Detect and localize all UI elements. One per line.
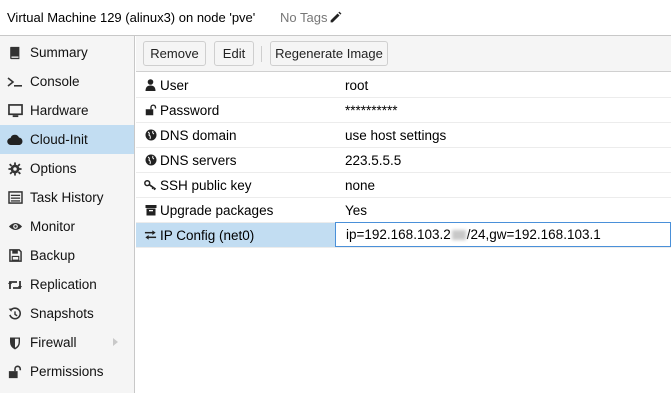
- floppy-icon: [7, 248, 23, 264]
- tags-label: No Tags: [280, 10, 328, 25]
- sidebar-item-task-history[interactable]: Task History: [0, 183, 134, 212]
- gear-icon: [7, 161, 23, 177]
- toolbar-separator: [261, 46, 262, 62]
- row-key: DNS servers: [136, 148, 335, 172]
- cloud-icon: [7, 132, 23, 148]
- sidebar: Summary Console Hardware Cloud-Init Opti…: [0, 36, 135, 393]
- row-value: root: [345, 77, 369, 93]
- table-row-upgrade-packages[interactable]: Upgrade packages Yes: [136, 198, 671, 223]
- edit-button[interactable]: Edit: [214, 41, 254, 66]
- sidebar-item-firewall[interactable]: Firewall: [0, 328, 134, 357]
- unlock-icon: [7, 364, 23, 380]
- row-value: 223.5.5.5: [345, 152, 402, 168]
- shield-icon: [7, 335, 23, 351]
- sidebar-item-replication[interactable]: Replication: [0, 270, 134, 299]
- expand-caret-icon[interactable]: [113, 338, 118, 346]
- unlock-icon: [144, 104, 157, 117]
- row-value: Yes: [345, 202, 368, 218]
- sidebar-item-label: Hardware: [30, 103, 89, 118]
- remove-button[interactable]: Remove: [143, 41, 206, 66]
- terminal-icon: [7, 74, 23, 90]
- sidebar-item-label: Summary: [30, 45, 88, 60]
- book-icon: [7, 45, 23, 61]
- row-key: IP Config (net0): [136, 223, 335, 247]
- cloud-init-grid: User root Password ********** DNS domain…: [136, 73, 671, 393]
- sidebar-item-cloud-init[interactable]: Cloud-Init: [0, 125, 134, 154]
- archive-icon: [144, 204, 157, 217]
- sidebar-item-options[interactable]: Options: [0, 154, 134, 183]
- table-row-ip-config[interactable]: IP Config (net0) ip=192.168.103.2/24,gw=…: [136, 222, 671, 248]
- sidebar-item-snapshots[interactable]: Snapshots: [0, 299, 134, 328]
- tags-area[interactable]: No Tags: [280, 10, 342, 25]
- sidebar-item-backup[interactable]: Backup: [0, 241, 134, 270]
- row-key: Upgrade packages: [136, 198, 335, 222]
- sidebar-item-label: Console: [30, 74, 80, 89]
- sidebar-item-label: Task History: [30, 190, 104, 205]
- monitor-icon: [7, 103, 23, 119]
- row-value: none: [345, 177, 376, 193]
- history-icon: [7, 306, 23, 322]
- ip-value-suffix: /24,gw=192.168.103.1: [466, 227, 601, 242]
- key-icon: [144, 179, 157, 192]
- table-row-dns-domain[interactable]: DNS domain use host settings: [136, 123, 671, 148]
- exchange-icon: [144, 229, 157, 242]
- list-icon: [7, 190, 23, 206]
- page-title: Virtual Machine 129 (alinux3) on node 'p…: [7, 10, 256, 25]
- sidebar-item-label: Firewall: [30, 335, 77, 350]
- row-key-label: User: [160, 77, 189, 93]
- sidebar-item-label: Options: [30, 161, 77, 176]
- sidebar-item-label: Monitor: [30, 219, 76, 234]
- sidebar-item-label: Replication: [30, 277, 97, 292]
- table-row-dns-servers[interactable]: DNS servers 223.5.5.5: [136, 148, 671, 173]
- table-row-ssh-public-key[interactable]: SSH public key none: [136, 173, 671, 198]
- regenerate-image-button[interactable]: Regenerate Image: [270, 41, 388, 66]
- globe-icon: [144, 154, 157, 167]
- row-key-label: Upgrade packages: [160, 202, 274, 218]
- toolbar: Remove Edit Regenerate Image: [136, 36, 671, 72]
- sidebar-item-console[interactable]: Console: [0, 67, 134, 96]
- row-key: User: [136, 73, 335, 97]
- table-row-password[interactable]: Password **********: [136, 98, 671, 123]
- sidebar-item-label: Snapshots: [30, 306, 94, 321]
- row-value: ip=192.168.103.2/24,gw=192.168.103.1: [335, 222, 671, 247]
- pencil-icon[interactable]: [329, 11, 342, 24]
- row-value: use host settings: [345, 127, 447, 143]
- table-row-user[interactable]: User root: [136, 73, 671, 98]
- page-header: Virtual Machine 129 (alinux3) on node 'p…: [0, 0, 671, 36]
- row-key: Password: [136, 98, 335, 122]
- sidebar-item-hardware[interactable]: Hardware: [0, 96, 134, 125]
- row-key-label: DNS servers: [160, 152, 237, 168]
- sidebar-item-summary[interactable]: Summary: [0, 38, 134, 67]
- globe-icon: [144, 129, 157, 142]
- row-key-label: SSH public key: [160, 177, 252, 193]
- sidebar-item-monitor[interactable]: Monitor: [0, 212, 134, 241]
- row-key: SSH public key: [136, 173, 335, 197]
- eye-icon: [7, 219, 23, 235]
- row-key: DNS domain: [136, 123, 335, 147]
- retweet-icon: [7, 277, 23, 293]
- user-icon: [144, 79, 157, 92]
- row-key-label: Password: [160, 102, 220, 118]
- row-key-label: DNS domain: [160, 127, 237, 143]
- row-key-label: IP Config (net0): [160, 227, 255, 243]
- sidebar-item-label: Permissions: [30, 364, 104, 379]
- redacted-blur: [451, 229, 466, 240]
- row-value: **********: [345, 102, 398, 118]
- sidebar-item-label: Backup: [30, 248, 76, 263]
- ip-value-prefix: ip=192.168.103.2: [346, 227, 451, 242]
- sidebar-item-label: Cloud-Init: [30, 132, 88, 147]
- sidebar-item-permissions[interactable]: Permissions: [0, 357, 134, 386]
